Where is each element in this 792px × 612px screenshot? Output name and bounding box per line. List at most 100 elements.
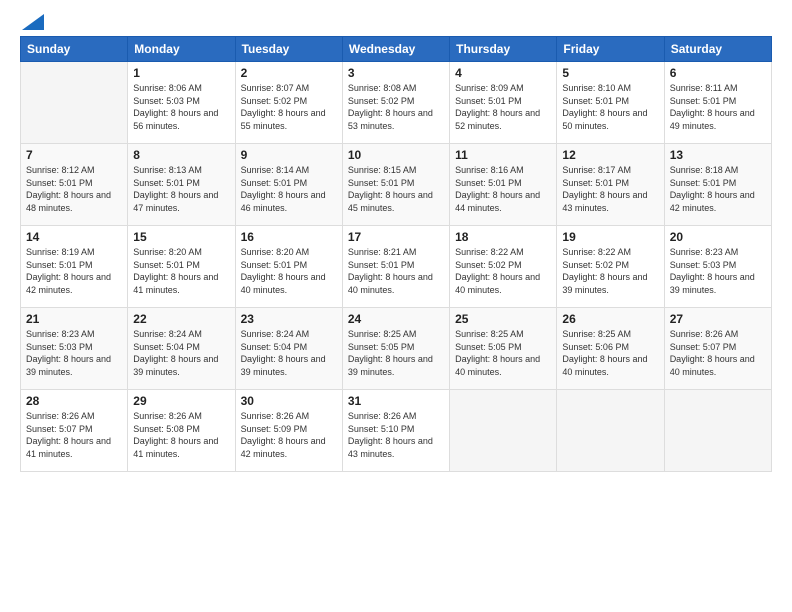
day-detail: Sunrise: 8:08 AMSunset: 5:02 PMDaylight:… [348, 82, 444, 132]
calendar-cell: 17 Sunrise: 8:21 AMSunset: 5:01 PMDayligh… [342, 226, 449, 308]
day-detail: Sunrise: 8:07 AMSunset: 5:02 PMDaylight:… [241, 82, 337, 132]
calendar-cell: 22 Sunrise: 8:24 AMSunset: 5:04 PMDayligh… [128, 308, 235, 390]
day-number: 13 [670, 148, 766, 162]
day-number: 20 [670, 230, 766, 244]
day-detail: Sunrise: 8:10 AMSunset: 5:01 PMDaylight:… [562, 82, 658, 132]
day-detail: Sunrise: 8:06 AMSunset: 5:03 PMDaylight:… [133, 82, 229, 132]
weekday-header-tuesday: Tuesday [235, 37, 342, 62]
day-detail: Sunrise: 8:23 AMSunset: 5:03 PMDaylight:… [26, 328, 122, 378]
weekday-header-row: SundayMondayTuesdayWednesdayThursdayFrid… [21, 37, 772, 62]
calendar-cell: 31 Sunrise: 8:26 AMSunset: 5:10 PMDayligh… [342, 390, 449, 472]
day-number: 19 [562, 230, 658, 244]
day-detail: Sunrise: 8:23 AMSunset: 5:03 PMDaylight:… [670, 246, 766, 296]
day-number: 6 [670, 66, 766, 80]
calendar-cell: 14 Sunrise: 8:19 AMSunset: 5:01 PMDayligh… [21, 226, 128, 308]
week-row-1: 1 Sunrise: 8:06 AMSunset: 5:03 PMDaylight… [21, 62, 772, 144]
day-number: 4 [455, 66, 551, 80]
day-detail: Sunrise: 8:09 AMSunset: 5:01 PMDaylight:… [455, 82, 551, 132]
calendar-cell [450, 390, 557, 472]
day-number: 2 [241, 66, 337, 80]
week-row-2: 7 Sunrise: 8:12 AMSunset: 5:01 PMDaylight… [21, 144, 772, 226]
calendar-cell [664, 390, 771, 472]
day-detail: Sunrise: 8:22 AMSunset: 5:02 PMDaylight:… [455, 246, 551, 296]
day-detail: Sunrise: 8:25 AMSunset: 5:05 PMDaylight:… [455, 328, 551, 378]
day-detail: Sunrise: 8:12 AMSunset: 5:01 PMDaylight:… [26, 164, 122, 214]
calendar-cell [21, 62, 128, 144]
calendar-cell: 21Sunrise: 8:23 AMSunset: 5:03 PMDayligh… [21, 308, 128, 390]
day-number: 5 [562, 66, 658, 80]
day-number: 31 [348, 394, 444, 408]
calendar-cell: 13 Sunrise: 8:18 AMSunset: 5:01 PMDayligh… [664, 144, 771, 226]
day-number: 1 [133, 66, 229, 80]
calendar-cell: 28Sunrise: 8:26 AMSunset: 5:07 PMDayligh… [21, 390, 128, 472]
logo-icon [22, 14, 44, 30]
day-detail: Sunrise: 8:20 AMSunset: 5:01 PMDaylight:… [241, 246, 337, 296]
day-number: 27 [670, 312, 766, 326]
weekday-header-wednesday: Wednesday [342, 37, 449, 62]
day-number: 22 [133, 312, 229, 326]
calendar-cell: 6 Sunrise: 8:11 AMSunset: 5:01 PMDaylight… [664, 62, 771, 144]
day-number: 24 [348, 312, 444, 326]
calendar-page: SundayMondayTuesdayWednesdayThursdayFrid… [0, 0, 792, 612]
day-detail: Sunrise: 8:26 AMSunset: 5:07 PMDaylight:… [670, 328, 766, 378]
day-number: 9 [241, 148, 337, 162]
weekday-header-monday: Monday [128, 37, 235, 62]
day-number: 25 [455, 312, 551, 326]
calendar-cell: 30 Sunrise: 8:26 AMSunset: 5:09 PMDayligh… [235, 390, 342, 472]
day-detail: Sunrise: 8:25 AMSunset: 5:06 PMDaylight:… [562, 328, 658, 378]
day-detail: Sunrise: 8:17 AMSunset: 5:01 PMDaylight:… [562, 164, 658, 214]
day-detail: Sunrise: 8:22 AMSunset: 5:02 PMDaylight:… [562, 246, 658, 296]
calendar-cell: 2 Sunrise: 8:07 AMSunset: 5:02 PMDaylight… [235, 62, 342, 144]
day-detail: Sunrise: 8:16 AMSunset: 5:01 PMDaylight:… [455, 164, 551, 214]
day-detail: Sunrise: 8:20 AMSunset: 5:01 PMDaylight:… [133, 246, 229, 296]
calendar-cell: 7 Sunrise: 8:12 AMSunset: 5:01 PMDaylight… [21, 144, 128, 226]
page-header [20, 16, 772, 26]
calendar-cell: 11 Sunrise: 8:16 AMSunset: 5:01 PMDayligh… [450, 144, 557, 226]
calendar-cell: 1 Sunrise: 8:06 AMSunset: 5:03 PMDaylight… [128, 62, 235, 144]
calendar-table: SundayMondayTuesdayWednesdayThursdayFrid… [20, 36, 772, 472]
weekday-header-saturday: Saturday [664, 37, 771, 62]
calendar-cell: 9 Sunrise: 8:14 AMSunset: 5:01 PMDaylight… [235, 144, 342, 226]
calendar-cell: 4 Sunrise: 8:09 AMSunset: 5:01 PMDaylight… [450, 62, 557, 144]
calendar-cell: 12 Sunrise: 8:17 AMSunset: 5:01 PMDayligh… [557, 144, 664, 226]
day-number: 7 [26, 148, 122, 162]
day-number: 15 [133, 230, 229, 244]
day-detail: Sunrise: 8:14 AMSunset: 5:01 PMDaylight:… [241, 164, 337, 214]
calendar-cell: 23 Sunrise: 8:24 AMSunset: 5:04 PMDayligh… [235, 308, 342, 390]
weekday-header-thursday: Thursday [450, 37, 557, 62]
weekday-header-friday: Friday [557, 37, 664, 62]
day-number: 12 [562, 148, 658, 162]
day-detail: Sunrise: 8:26 AMSunset: 5:10 PMDaylight:… [348, 410, 444, 460]
day-detail: Sunrise: 8:18 AMSunset: 5:01 PMDaylight:… [670, 164, 766, 214]
day-number: 26 [562, 312, 658, 326]
day-number: 17 [348, 230, 444, 244]
day-number: 28 [26, 394, 122, 408]
week-row-3: 14 Sunrise: 8:19 AMSunset: 5:01 PMDayligh… [21, 226, 772, 308]
calendar-cell: 8Sunrise: 8:13 AMSunset: 5:01 PMDaylight… [128, 144, 235, 226]
day-number: 30 [241, 394, 337, 408]
calendar-cell: 26 Sunrise: 8:25 AMSunset: 5:06 PMDayligh… [557, 308, 664, 390]
calendar-cell: 29Sunrise: 8:26 AMSunset: 5:08 PMDayligh… [128, 390, 235, 472]
day-number: 18 [455, 230, 551, 244]
day-number: 23 [241, 312, 337, 326]
day-detail: Sunrise: 8:15 AMSunset: 5:01 PMDaylight:… [348, 164, 444, 214]
day-number: 10 [348, 148, 444, 162]
day-detail: Sunrise: 8:26 AMSunset: 5:09 PMDaylight:… [241, 410, 337, 460]
day-number: 14 [26, 230, 122, 244]
calendar-cell: 16 Sunrise: 8:20 AMSunset: 5:01 PMDayligh… [235, 226, 342, 308]
day-number: 11 [455, 148, 551, 162]
day-detail: Sunrise: 8:24 AMSunset: 5:04 PMDaylight:… [133, 328, 229, 378]
calendar-cell: 25 Sunrise: 8:25 AMSunset: 5:05 PMDayligh… [450, 308, 557, 390]
day-detail: Sunrise: 8:24 AMSunset: 5:04 PMDaylight:… [241, 328, 337, 378]
day-detail: Sunrise: 8:19 AMSunset: 5:01 PMDaylight:… [26, 246, 122, 296]
day-detail: Sunrise: 8:21 AMSunset: 5:01 PMDaylight:… [348, 246, 444, 296]
calendar-cell: 19 Sunrise: 8:22 AMSunset: 5:02 PMDayligh… [557, 226, 664, 308]
calendar-cell: 5 Sunrise: 8:10 AMSunset: 5:01 PMDaylight… [557, 62, 664, 144]
day-detail: Sunrise: 8:26 AMSunset: 5:08 PMDaylight:… [133, 410, 229, 460]
calendar-cell: 3 Sunrise: 8:08 AMSunset: 5:02 PMDaylight… [342, 62, 449, 144]
weekday-header-sunday: Sunday [21, 37, 128, 62]
day-number: 16 [241, 230, 337, 244]
day-detail: Sunrise: 8:13 AMSunset: 5:01 PMDaylight:… [133, 164, 229, 214]
day-number: 3 [348, 66, 444, 80]
day-detail: Sunrise: 8:11 AMSunset: 5:01 PMDaylight:… [670, 82, 766, 132]
